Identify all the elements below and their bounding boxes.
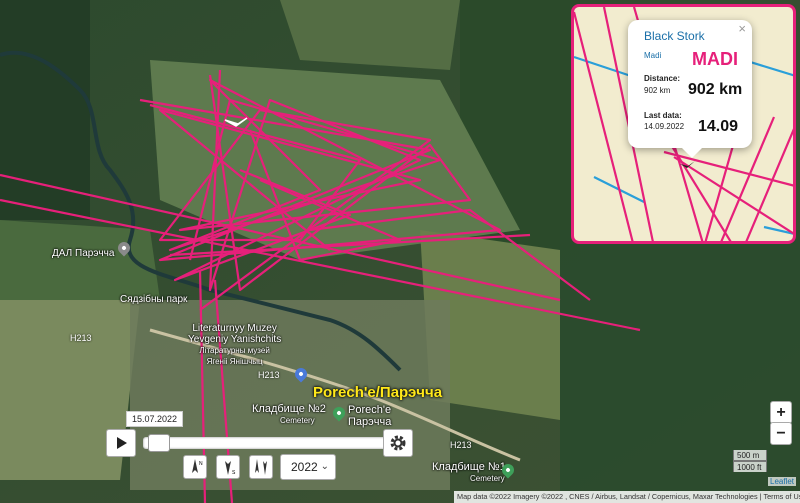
museum-name-4: Ягенii Янішчыц (206, 357, 263, 366)
timeline-slider-track[interactable] (143, 437, 393, 449)
inset-blue-road (574, 55, 635, 79)
museum-name-3: Літаратурны музей (199, 346, 270, 355)
north-arrow-button[interactable]: N (183, 455, 207, 479)
field (280, 0, 460, 70)
forest-area (0, 0, 90, 220)
popup-distance-value: 902 km (688, 81, 743, 98)
cemetery-2-name: Кладбище №2 (252, 403, 326, 415)
place-label-park[interactable]: Сядзібны парк (120, 294, 187, 305)
gear-icon (390, 435, 406, 451)
bird-info-popup: × Black Stork Madi MADI Distance: 902 km… (628, 20, 752, 158)
timeline-date-tooltip: 15.07.2022 (126, 411, 184, 427)
cemetery-1-name: Кладбище №1 (432, 461, 506, 473)
year-value: 2022 (291, 460, 318, 474)
leaflet-link[interactable]: Leaflet (768, 477, 797, 486)
zoom-out-button[interactable]: − (770, 422, 792, 445)
popup-last-data-value: 14.09 (698, 118, 739, 135)
zoom-in-button[interactable]: + (770, 401, 792, 424)
popup-distance-small: 902 km (644, 86, 671, 95)
poreche-label[interactable]: Porech'e Парэчча (348, 404, 391, 428)
cemetery-2-type: Cemetery (280, 416, 315, 425)
place-label-dal[interactable]: ДАЛ Парэчча (52, 248, 114, 259)
museum-name-1: Literaturnyy Muzey (192, 323, 277, 334)
museum-name-2: Yevgeniy Yanishchits (188, 334, 282, 345)
south-arrow-icon: S (225, 461, 236, 476)
north-south-icon (255, 459, 267, 475)
road-label: H213 (258, 370, 280, 380)
south-arrow-button[interactable]: S (216, 455, 240, 479)
popup-distance-label: Distance: (644, 74, 681, 83)
cemetery-2-label[interactable]: Кладбище №2 Cemetery (252, 404, 326, 426)
cemetery-1-type: Cemetery (470, 474, 505, 483)
place-label-museum[interactable]: Literaturnyy Muzey Yevgeniy Yanishchits … (188, 323, 281, 367)
north-south-button[interactable] (249, 455, 273, 479)
town-label[interactable]: Porech'e/Парэчча (313, 384, 442, 401)
popup-species: Black Stork (644, 29, 705, 43)
popup-bird-name-small: Madi (644, 51, 662, 60)
map-attribution: Map data ©2022 Imagery ©2022 , CNES / Ai… (454, 491, 800, 503)
chevron-down-icon: ⌄ (320, 461, 329, 472)
road-label: H213 (450, 440, 472, 450)
road-label: H213 (70, 333, 92, 343)
timeline-slider-thumb[interactable] (147, 434, 170, 452)
attribution-text: Map data ©2022 Imagery ©2022 , CNES / Ai… (457, 492, 758, 501)
svg-text:S: S (232, 470, 236, 476)
play-button[interactable] (106, 429, 136, 457)
poreche-cyrillic: Парэчча (348, 416, 392, 428)
popup-last-data-small: 14.09.2022 (644, 122, 685, 131)
scale-bar-metric: 500 m (733, 450, 767, 461)
inset-track-line (574, 11, 634, 241)
year-select[interactable]: 2022 ⌄ (280, 454, 336, 480)
popup-close-button[interactable]: × (738, 21, 746, 36)
popup-last-data-label: Last data: (644, 111, 682, 120)
svg-text:N: N (199, 461, 203, 467)
north-arrow-icon: N (192, 459, 203, 473)
popup-bird-name: MADI (692, 49, 738, 69)
settings-button[interactable] (383, 429, 413, 457)
scale-bar-imperial: 1000 ft (733, 461, 767, 472)
poreche-latin: Porech'e (348, 404, 392, 416)
cemetery-1-label[interactable]: Кладбище №1 Cemetery (432, 462, 506, 484)
terms-of-use-link[interactable]: Terms of Use (763, 492, 800, 501)
play-icon (117, 437, 127, 449)
